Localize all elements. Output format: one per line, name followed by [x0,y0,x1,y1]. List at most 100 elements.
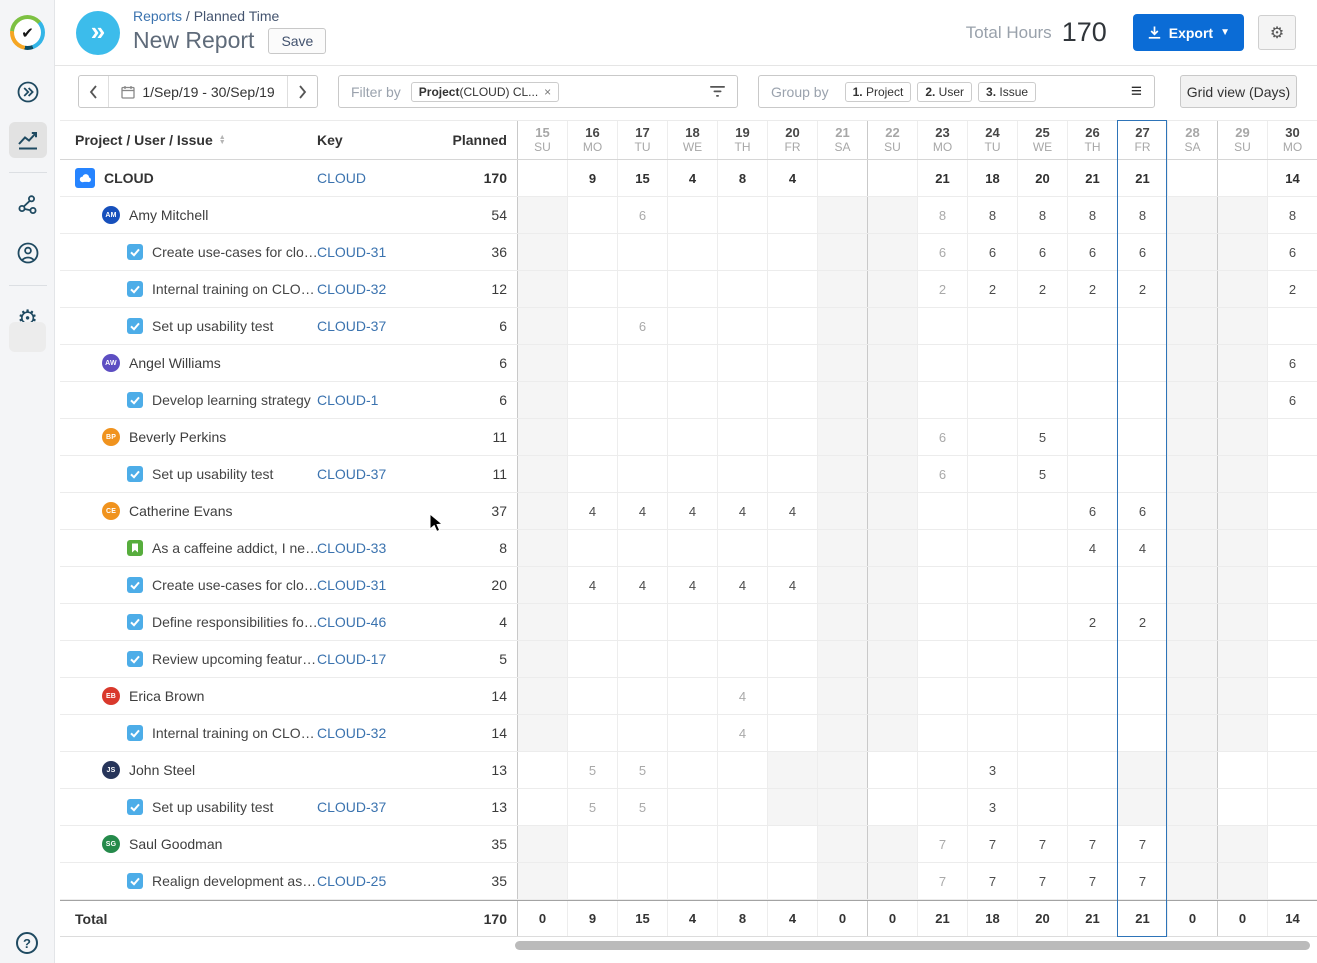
group-chip-project[interactable]: 1. Project [845,82,912,102]
save-button[interactable]: Save [268,28,326,54]
grid-cell[interactable] [667,234,717,270]
grid-cell[interactable] [717,382,767,418]
grid-cell[interactable]: 2 [1117,271,1167,307]
grid-cell[interactable] [1167,493,1217,529]
grid-cell[interactable]: 8 [1017,197,1067,233]
grid-cell[interactable] [667,604,717,640]
grid-cell[interactable] [567,197,617,233]
grid-cell[interactable] [517,271,567,307]
grid-cell[interactable] [1117,715,1167,751]
grid-cell[interactable] [1167,197,1217,233]
issue-key-link[interactable]: CLOUD-17 [317,651,386,667]
grid-cell[interactable] [1117,419,1167,455]
filter-funnel-icon[interactable] [710,85,725,98]
grid-cell[interactable]: 21 [1117,901,1167,936]
grid-cell[interactable] [767,641,817,677]
grid-cell[interactable] [1217,419,1267,455]
grid-cell[interactable] [717,604,767,640]
grid-cell[interactable] [1117,345,1167,381]
grid-cell[interactable] [567,382,617,418]
grid-cell[interactable] [817,567,867,603]
grid-cell[interactable]: 8 [717,901,767,936]
grid-cell[interactable] [817,863,867,899]
grid-cell[interactable] [567,345,617,381]
grid-cell[interactable]: 6 [1117,234,1167,270]
grid-cell[interactable] [867,160,917,196]
grid-cell[interactable] [1167,234,1217,270]
grid-cell[interactable] [817,271,867,307]
grid-cell[interactable] [667,752,717,788]
grid-cell[interactable]: 2 [1267,271,1317,307]
horizontal-scrollbar-thumb[interactable] [515,941,1310,950]
grid-cell[interactable] [1217,530,1267,566]
date-range-picker[interactable]: 1/Sep/19 - 30/Sep/19 [109,76,287,107]
grid-cell[interactable] [767,604,817,640]
grid-cell[interactable] [867,234,917,270]
grid-cell[interactable] [517,604,567,640]
grid-cell[interactable]: 3 [967,789,1017,825]
grid-cell[interactable] [1117,382,1167,418]
grid-cell[interactable] [867,308,917,344]
grid-cell[interactable]: 18 [967,160,1017,196]
hamburger-icon[interactable]: ≡ [1131,82,1142,101]
grid-cell[interactable]: 3 [967,752,1017,788]
grid-cell[interactable]: 18 [967,901,1017,936]
grid-cell[interactable] [1167,382,1217,418]
grid-cell[interactable] [517,678,567,714]
grid-cell[interactable]: 4 [667,567,717,603]
grid-cell[interactable] [517,641,567,677]
grid-cell[interactable] [817,234,867,270]
grid-cell[interactable]: 4 [567,567,617,603]
grid-cell[interactable] [867,789,917,825]
grid-cell[interactable] [717,271,767,307]
grid-cell[interactable] [1167,308,1217,344]
grid-cell[interactable] [867,715,917,751]
grid-cell[interactable] [867,641,917,677]
grid-cell[interactable] [567,863,617,899]
grid-cell[interactable] [717,345,767,381]
grid-cell[interactable] [717,197,767,233]
grid-cell[interactable]: 4 [667,493,717,529]
grid-cell[interactable] [867,382,917,418]
grid-cell[interactable] [867,863,917,899]
grid-cell[interactable] [867,530,917,566]
grid-cell[interactable]: 6 [1067,493,1117,529]
grid-cell[interactable] [617,382,667,418]
grid-cell[interactable]: 4 [617,493,667,529]
grid-cell[interactable] [667,345,717,381]
issue-key-link[interactable]: CLOUD-31 [317,577,386,593]
grid-cell[interactable]: 6 [1267,234,1317,270]
grid-cell[interactable] [817,604,867,640]
issue-key-link[interactable]: CLOUD-31 [317,244,386,260]
grid-cell[interactable] [767,456,817,492]
grid-cell[interactable] [1217,567,1267,603]
grid-cell[interactable] [1267,715,1317,751]
grid-cell[interactable] [517,493,567,529]
grid-cell[interactable] [1067,715,1117,751]
grid-cell[interactable] [517,234,567,270]
grid-cell[interactable] [867,419,917,455]
sidebar-item-planning[interactable] [9,187,47,223]
grid-cell[interactable] [567,715,617,751]
grid-cell[interactable]: 15 [617,160,667,196]
grid-cell[interactable] [567,641,617,677]
grid-cell[interactable]: 9 [567,901,617,936]
grid-cell[interactable] [1217,308,1267,344]
grid-cell[interactable] [767,715,817,751]
grid-cell[interactable] [817,493,867,529]
grid-cell[interactable] [617,345,667,381]
grid-cell[interactable] [917,789,967,825]
grid-cell[interactable] [1217,789,1267,825]
grid-cell[interactable]: 21 [917,901,967,936]
grid-cell[interactable] [767,678,817,714]
grid-cell[interactable] [917,678,967,714]
grid-cell[interactable] [617,863,667,899]
grid-cell[interactable] [1167,789,1217,825]
grid-cell[interactable] [1117,641,1167,677]
grid-cell[interactable] [1067,641,1117,677]
grid-cell[interactable]: 21 [1067,160,1117,196]
grid-cell[interactable] [567,271,617,307]
sidebar-item-teams[interactable] [9,235,47,271]
grid-cell[interactable] [817,752,867,788]
grid-cell[interactable]: 20 [1017,160,1067,196]
